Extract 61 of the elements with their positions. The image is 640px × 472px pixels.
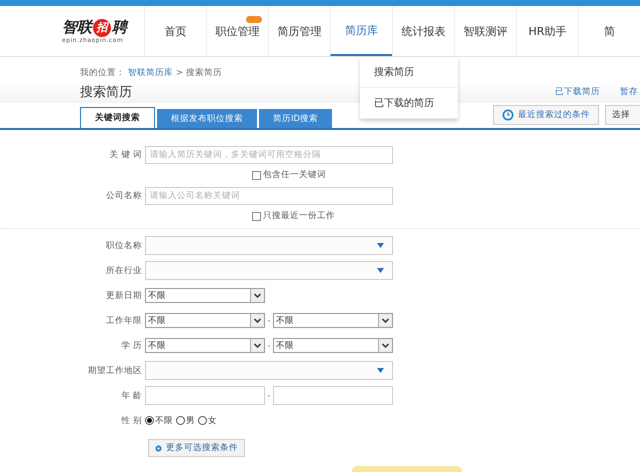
breadcrumb-label: 我的位置：	[80, 67, 125, 80]
input-field[interactable]	[145, 386, 265, 405]
checkbox[interactable]	[252, 170, 261, 180]
search-tab[interactable]: 根据发布职位搜索	[157, 109, 257, 128]
input-field[interactable]: 请输入公司名称关键词	[145, 186, 393, 204]
input-field[interactable]	[273, 386, 393, 405]
page-title: 搜索简历	[80, 84, 133, 101]
search-tab[interactable]: 简历ID搜索	[259, 109, 332, 128]
field-label: 更新日期	[105, 290, 143, 302]
dropdown-field[interactable]	[145, 361, 393, 380]
select-field[interactable]: 不限	[273, 338, 393, 353]
nav-tab[interactable]: 统计报表	[392, 6, 454, 56]
chevron-down-icon	[250, 289, 264, 302]
field-label: 职位名称	[105, 240, 143, 252]
checkbox-label: 只搜最近一份工作	[263, 210, 335, 222]
gear-icon	[155, 442, 162, 454]
field-label: 性 别	[120, 414, 143, 426]
field-label: 期望工作地区	[87, 364, 143, 376]
checkbox-label: 包含任一关键词	[263, 169, 326, 181]
select-field[interactable]: 不限	[273, 313, 393, 328]
recent-searches-button[interactable]: 最近搜索过的条件	[493, 105, 599, 125]
search-tab[interactable]: 关键词搜索	[80, 107, 155, 128]
range-dash: -	[266, 341, 272, 350]
range-dash: -	[266, 316, 272, 325]
top-link[interactable]: 已下载简历	[555, 86, 600, 98]
select-button[interactable]: 选择	[605, 105, 640, 125]
clock-icon	[502, 109, 514, 121]
field-label: 工作年限	[105, 314, 143, 326]
dropdown-arrow-icon	[377, 268, 384, 273]
dropdown-arrow-icon	[377, 243, 384, 248]
field-label: 关 键 词	[108, 148, 143, 160]
nav-tab[interactable]: 职位管理	[206, 6, 268, 56]
chevron-down-icon	[378, 314, 392, 327]
select-field[interactable]: 不限	[145, 288, 265, 303]
dropdown-field[interactable]	[145, 236, 393, 255]
select-field[interactable]: 不限	[145, 338, 265, 353]
nav-tab[interactable]: HR助手	[516, 6, 578, 56]
nav-tab[interactable]: 智联测评	[454, 6, 516, 56]
radio-option[interactable]: 男	[176, 414, 195, 426]
chevron-down-icon	[250, 314, 264, 327]
more-options-button[interactable]: 更多可选搜索条件	[148, 439, 245, 457]
radio-option[interactable]: 不限	[145, 414, 173, 426]
nav-tab[interactable]: 简	[578, 6, 640, 56]
checkbox[interactable]	[252, 212, 261, 220]
dropdown-arrow-icon	[377, 368, 384, 373]
breadcrumb-current: > 搜索简历	[176, 67, 222, 80]
chevron-down-icon	[378, 339, 392, 352]
input-field[interactable]: 请输入简历关键词，多关键词可用空格分隔	[145, 146, 393, 164]
chevron-down-icon	[250, 339, 264, 352]
field-label: 学 历	[120, 340, 143, 352]
field-label: 所在行业	[105, 264, 143, 276]
dropdown-field[interactable]	[145, 261, 393, 280]
nav-tab[interactable]: 首页	[144, 6, 206, 56]
radio-option[interactable]: 女	[198, 414, 217, 426]
select-field[interactable]: 不限	[145, 313, 265, 328]
breadcrumb-link[interactable]: 智联简历库	[128, 67, 173, 81]
range-dash: -	[266, 391, 272, 400]
top-link[interactable]: 暂存	[620, 86, 640, 98]
field-label: 公司名称	[105, 190, 143, 202]
field-label: 年 龄	[120, 390, 143, 402]
nav-tab[interactable]: 简历管理	[268, 6, 330, 56]
